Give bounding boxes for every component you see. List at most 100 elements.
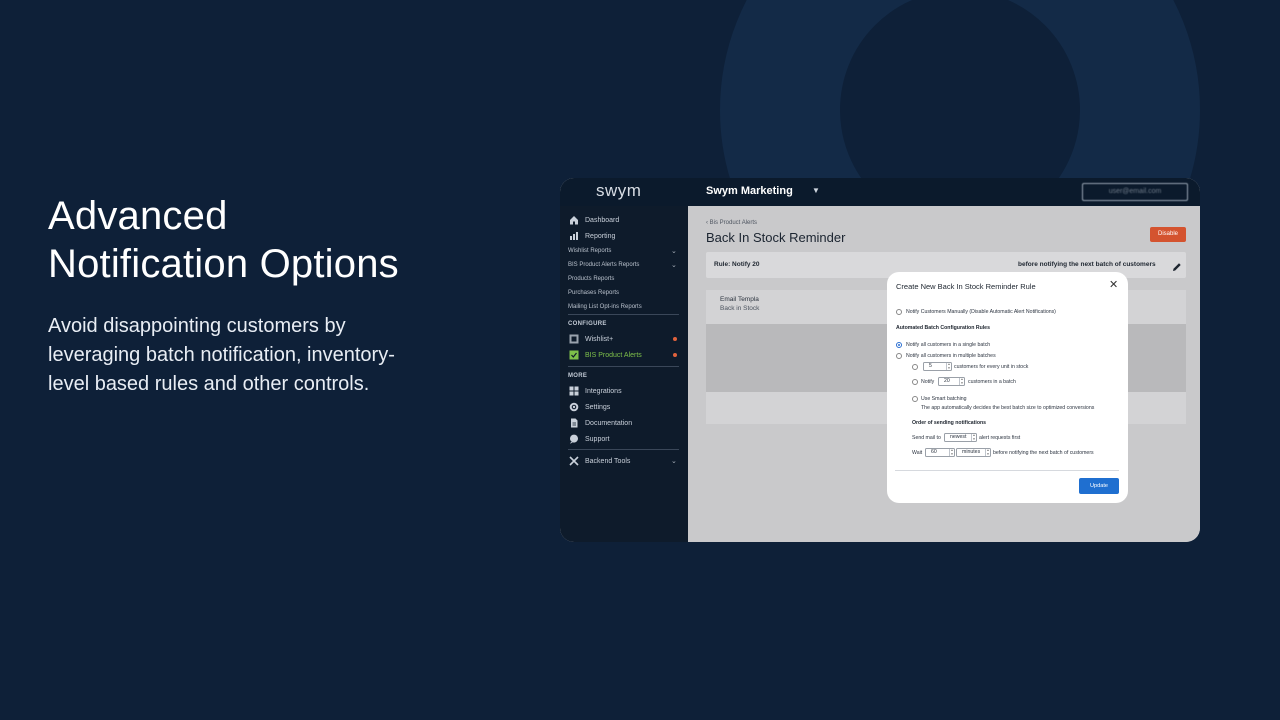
sidebar-item-label: Purchases Reports <box>568 290 620 296</box>
sidebar-item-label: Dashboard <box>585 216 620 224</box>
rule-summary-start: Rule: Notify 20 <box>714 261 760 268</box>
spinner-icon[interactable]: ▲ ▼ <box>949 448 954 456</box>
sidebar-item-label: Wishlist+ <box>585 335 614 343</box>
hero-title-line1: Advanced <box>48 194 228 238</box>
wait-suffix: before notifying the next batch of custo… <box>993 450 1094 456</box>
spinner-icon[interactable]: ▲ ▼ <box>946 362 951 370</box>
sidebar-item-label: Reporting <box>585 232 616 240</box>
smart-batching-desc: The app automatically decides the best b… <box>921 405 1095 411</box>
multiple-batches-radio[interactable] <box>896 353 902 359</box>
sidebar: Dashboard Reporting Wishlist Reports ⌄ B… <box>560 206 688 542</box>
send-mail-suffix: alert requests first <box>979 435 1021 441</box>
hero-title: Advanced Notification Options <box>48 192 468 288</box>
sidebar-item-label: Mailing List Opt-ins Reports <box>568 304 642 310</box>
chevron-down-icon: ⌄ <box>671 248 677 255</box>
hero-description: Avoid disappointing customers by leverag… <box>48 315 395 395</box>
modal-divider <box>895 470 1119 471</box>
sidebar-item-reporting[interactable]: Reporting <box>568 229 615 243</box>
hero-title-line2: Notification Options <box>48 242 399 286</box>
spinner-icon[interactable]: ▲ ▼ <box>985 448 990 456</box>
sidebar-item-label: Wishlist Reports <box>568 248 612 254</box>
sidebar-divider <box>568 366 679 367</box>
breadcrumb-label: Bis Product Alerts <box>709 220 758 226</box>
bar-chart-icon <box>568 231 579 242</box>
main-content: ‹ Bis Product Alerts Back In Stock Remin… <box>688 206 1200 542</box>
caret-down-icon[interactable]: ▼ <box>812 186 820 195</box>
per-unit-value: 5 <box>929 363 932 369</box>
wait-value: 60 <box>931 449 937 455</box>
sidebar-item-settings[interactable]: Settings <box>568 400 610 414</box>
per-unit-label: customers for every unit in stock <box>954 364 1029 370</box>
update-button[interactable]: Update <box>1079 478 1119 494</box>
sidebar-item-bis-reports[interactable]: BIS Product Alerts Reports ⌄ <box>568 262 677 269</box>
home-icon <box>568 215 579 226</box>
sidebar-item-label: Documentation <box>585 419 633 427</box>
status-dot <box>673 337 677 341</box>
sidebar-item-wishlist-reports[interactable]: Wishlist Reports ⌄ <box>568 248 677 255</box>
bis-alerts-icon <box>568 350 579 361</box>
smart-batching-radio[interactable] <box>912 396 918 402</box>
single-batch-radio[interactable] <box>896 342 902 348</box>
rule-summary-end: before notifying the next batch of custo… <box>1018 261 1156 268</box>
batch-size-stepper[interactable]: 20 ▲ ▼ <box>938 377 965 386</box>
sidebar-item-label: Backend Tools <box>585 457 631 465</box>
modal-title: Create New Back In Stock Reminder Rule <box>896 282 1036 291</box>
manual-radio[interactable] <box>896 309 902 315</box>
wait-unit-select[interactable]: minutes ▲ ▼ <box>956 448 991 457</box>
smart-batching-label: Use Smart batching <box>921 396 967 402</box>
breadcrumb[interactable]: ‹ Bis Product Alerts <box>706 220 757 226</box>
close-icon[interactable]: ✕ <box>1109 278 1118 291</box>
sidebar-item-bis-alerts[interactable]: BIS Product Alerts <box>568 348 642 362</box>
sidebar-item-mailing-reports[interactable]: Mailing List Opt-ins Reports <box>568 304 642 310</box>
multiple-batches-label: Notify all customers in multiple batches <box>906 353 996 359</box>
sidebar-divider <box>568 449 679 450</box>
sidebar-item-label: Products Reports <box>568 276 615 282</box>
wishlist-icon <box>568 334 579 345</box>
tools-icon <box>568 456 579 467</box>
manual-option-label: Notify Customers Manually (Disable Autom… <box>906 309 1056 315</box>
more-heading: MORE <box>568 373 588 379</box>
integrations-icon <box>568 386 579 397</box>
page-title: Back In Stock Reminder <box>706 230 846 245</box>
wait-stepper[interactable]: 60 ▲ ▼ <box>925 448 955 457</box>
sidebar-item-support[interactable]: Support <box>568 432 610 446</box>
sidebar-item-dashboard[interactable]: Dashboard <box>568 213 619 227</box>
swym-logo[interactable]: swym <box>596 181 641 201</box>
sidebar-item-label: Integrations <box>585 387 622 395</box>
sidebar-divider <box>568 314 679 315</box>
configure-heading: CONFIGURE <box>568 321 607 327</box>
chevron-down-icon: ⌄ <box>671 458 677 465</box>
wait-label: Wait <box>912 450 923 456</box>
status-dot <box>673 353 677 357</box>
sidebar-item-integrations[interactable]: Integrations <box>568 384 622 398</box>
user-email[interactable]: user@email.com <box>1082 183 1188 201</box>
per-unit-radio[interactable] <box>912 364 918 370</box>
sidebar-item-label: BIS Product Alerts Reports <box>568 262 640 268</box>
document-icon <box>568 418 579 429</box>
sidebar-item-documentation[interactable]: Documentation <box>568 416 632 430</box>
sidebar-item-backend-tools[interactable]: Backend Tools ⌄ <box>568 454 680 468</box>
spinner-icon[interactable]: ▲ ▼ <box>971 433 976 441</box>
batch-heading: Automated Batch Configuration Rules <box>896 325 990 331</box>
sidebar-item-label: BIS Product Alerts <box>585 351 642 359</box>
per-unit-stepper[interactable]: 5 ▲ ▼ <box>923 362 952 371</box>
top-bar: swym Swym Marketing ▼ user@email.com <box>560 178 1200 206</box>
order-select-value: newest <box>950 434 967 440</box>
sidebar-item-purchases-reports[interactable]: Purchases Reports <box>568 290 619 296</box>
spinner-icon[interactable]: ▲ ▼ <box>959 377 964 385</box>
store-selector[interactable]: Swym Marketing <box>706 185 793 197</box>
email-template-label: Email Templa <box>720 296 759 303</box>
email-template-sub: Back in Stock <box>720 305 760 312</box>
sidebar-item-wishlist-plus[interactable]: Wishlist+ <box>568 332 613 346</box>
order-heading: Order of sending notifications <box>912 420 987 426</box>
send-mail-label: Send mail to <box>912 435 941 441</box>
batch-size-value: 20 <box>944 378 950 384</box>
gear-icon <box>568 402 579 413</box>
order-select[interactable]: newest ▲ ▼ <box>944 433 977 442</box>
notify-batch-radio[interactable] <box>912 379 918 385</box>
notify-label: Notify <box>921 379 935 385</box>
disable-button[interactable]: Disable <box>1150 227 1186 242</box>
pencil-icon[interactable] <box>1172 259 1182 277</box>
sidebar-item-label: Settings <box>585 403 611 411</box>
sidebar-item-products-reports[interactable]: Products Reports <box>568 276 614 282</box>
